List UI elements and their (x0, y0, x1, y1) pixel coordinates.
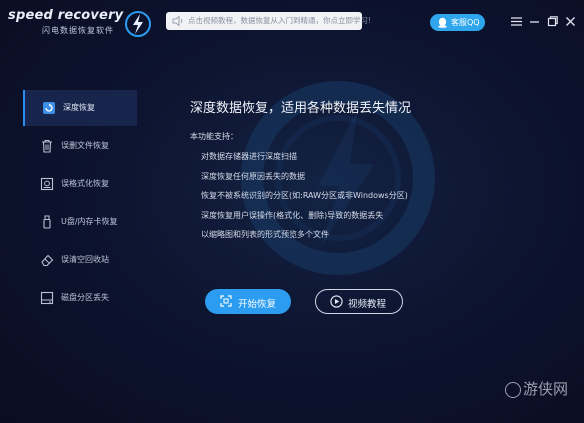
watermark-badge-icon (505, 381, 521, 398)
feature-item: 深度恢复任何原因丢失的数据 (201, 172, 305, 181)
app-window: speed recovery 闪电数据恢复软件 点击视频教程，数据恢复从入门到精… (0, 0, 584, 423)
notice-bar[interactable]: 点击视频教程，数据恢复从入门到精通，你点立即学习! (166, 12, 371, 30)
video-tutorial-label: 视频教程 (348, 299, 387, 310)
speaker-icon (172, 15, 183, 27)
features-heading: 本功能支持： (190, 132, 238, 141)
sidebar-item-label: 磁盘分区丢失 (61, 293, 109, 302)
minimize-icon (530, 21, 539, 23)
logo-subtitle: 闪电数据恢复软件 (42, 26, 114, 35)
notice-text: 点击视频教程，数据恢复从入门到精通，你点立即学习! (188, 16, 372, 25)
restore-button[interactable] (546, 15, 559, 28)
sidebar-item-label: 误清空回收站 (61, 255, 109, 264)
usb-icon (43, 215, 51, 229)
partition-icon (40, 291, 54, 305)
sidebar-item-deleted-files[interactable]: 误删文件恢复 (23, 128, 135, 164)
sidebar-item-label: U盘/内存卡恢复 (61, 217, 118, 226)
sidebar-item-label: 误删文件恢复 (61, 141, 109, 150)
close-button[interactable] (564, 15, 577, 28)
eraser-icon (41, 254, 54, 267)
sidebar-item-deep-recovery[interactable]: 深度恢复 (23, 90, 137, 126)
sidebar-item-partition-lost[interactable]: 磁盘分区丢失 (23, 280, 135, 316)
restore-icon (547, 16, 558, 27)
play-icon (330, 295, 343, 308)
sidebar-item-label: 误格式化恢复 (61, 179, 109, 188)
trash-icon (42, 139, 52, 153)
minimize-button[interactable] (528, 15, 541, 28)
app-logo: speed recovery 闪电数据恢复软件 (8, 6, 151, 42)
sidebar: 深度恢复 误删文件恢复 误格式化恢复 U盘/内存卡恢复 误清空回收站 磁盘分区丢… (0, 88, 140, 338)
feature-item: 对数据存储器进行深度扫描 (201, 152, 297, 161)
sidebar-item-label: 深度恢复 (63, 103, 95, 112)
video-tutorial-button[interactable]: 视频教程 (315, 289, 403, 314)
watermark-text: 游侠网 (523, 380, 569, 398)
feature-item: 以缩略图和列表的形式预览多个文件 (201, 230, 329, 239)
start-recovery-button[interactable]: 开始恢复 (205, 289, 291, 314)
header: speed recovery 闪电数据恢复软件 点击视频教程，数据恢复从入门到精… (0, 0, 584, 44)
qq-label: 客服QQ (451, 18, 480, 27)
lightning-logo-icon (125, 11, 151, 37)
close-icon (566, 17, 575, 26)
format-disk-icon (40, 177, 54, 191)
sidebar-item-recycle-bin[interactable]: 误清空回收站 (23, 242, 135, 278)
deep-recovery-icon (43, 102, 55, 114)
feature-item: 深度恢复用户误操作(格式化、删除)导致的数据丢失 (201, 211, 384, 220)
logo-text: speed recovery (8, 8, 124, 23)
sidebar-item-usb-recovery[interactable]: U盘/内存卡恢复 (23, 204, 135, 240)
start-recovery-label: 开始恢复 (238, 299, 277, 310)
scan-icon (220, 295, 232, 307)
qq-icon (438, 17, 447, 28)
menu-button[interactable] (510, 15, 523, 28)
watermark: 游侠网 (505, 378, 568, 399)
qq-support-button[interactable]: 客服QQ (430, 14, 485, 31)
sidebar-item-format-recovery[interactable]: 误格式化恢复 (23, 166, 135, 202)
page-title: 深度数据恢复，适用各种数据丢失情况 (190, 101, 412, 116)
feature-item: 恢复不被系统识别的分区(如:RAW分区或非Windows分区) (201, 191, 408, 200)
menu-icon (511, 17, 522, 26)
